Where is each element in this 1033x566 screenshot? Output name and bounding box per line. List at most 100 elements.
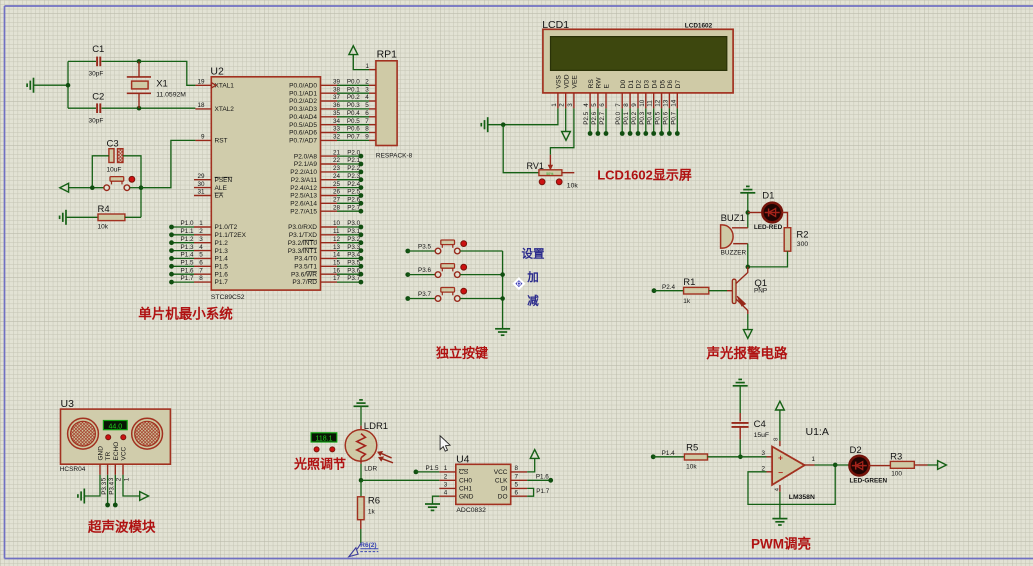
svg-text:12: 12	[333, 236, 341, 243]
svg-text:P0.6/AD6: P0.6/AD6	[289, 130, 317, 137]
svg-text:减: 减	[527, 294, 539, 308]
svg-text:16: 16	[333, 267, 341, 274]
svg-text:RW: RW	[596, 77, 603, 89]
svg-text:P1.7: P1.7	[536, 488, 549, 495]
svg-text:15: 15	[333, 260, 341, 267]
svg-text:X1: X1	[156, 78, 168, 89]
svg-text:P2.3/A11: P2.3/A11	[291, 177, 318, 184]
svg-text:27: 27	[333, 197, 341, 204]
svg-text:RESPACK-8: RESPACK-8	[376, 152, 413, 159]
svg-text:P2.5: P2.5	[347, 189, 360, 196]
svg-text:设置: 设置	[522, 247, 545, 261]
svg-text:P3.5/T1: P3.5/T1	[294, 264, 317, 271]
svg-text:RV1: RV1	[527, 161, 544, 171]
svg-text:P3.5: P3.5	[347, 260, 360, 267]
svg-text:P1.4: P1.4	[181, 252, 194, 259]
svg-text:28: 28	[333, 204, 341, 211]
svg-text:−: −	[778, 468, 783, 478]
svg-text:6: 6	[599, 103, 606, 107]
svg-text:LED-RED: LED-RED	[754, 224, 783, 231]
svg-text:50%: 50%	[546, 172, 554, 176]
svg-text:9: 9	[201, 134, 205, 141]
svg-text:P2.2/A10: P2.2/A10	[290, 169, 317, 176]
svg-text:2: 2	[365, 79, 369, 86]
svg-text:6: 6	[365, 110, 369, 117]
svg-text:D1: D1	[628, 80, 635, 89]
svg-text:P2.6: P2.6	[591, 111, 598, 124]
svg-text:P2.5: P2.5	[583, 111, 590, 124]
svg-text:P3.4: P3.4	[347, 252, 360, 259]
svg-text:P3.3: P3.3	[101, 481, 108, 494]
svg-text:11: 11	[333, 228, 340, 235]
svg-text:44.0: 44.0	[108, 423, 122, 430]
svg-text:24: 24	[333, 173, 341, 180]
svg-text:ECHO: ECHO	[113, 442, 120, 461]
svg-text:CS: CS	[459, 469, 469, 476]
svg-text:R6(2): R6(2)	[360, 542, 376, 549]
svg-text:1k: 1k	[368, 508, 376, 515]
svg-text:P3.6: P3.6	[418, 267, 431, 274]
svg-text:37: 37	[333, 94, 341, 101]
svg-text:7: 7	[515, 474, 519, 481]
svg-text:P0.5/AD5: P0.5/AD5	[289, 122, 317, 129]
svg-text:加: 加	[526, 270, 539, 284]
svg-text:R3: R3	[890, 451, 902, 462]
svg-text:1: 1	[365, 63, 369, 70]
svg-text:P0.0: P0.0	[615, 111, 622, 124]
svg-text:P2.6/A14: P2.6/A14	[290, 201, 317, 208]
svg-text:P3.0/RXD: P3.0/RXD	[288, 224, 317, 231]
svg-text:7: 7	[365, 118, 369, 125]
svg-text:6: 6	[515, 489, 519, 496]
svg-text:14: 14	[333, 252, 341, 259]
svg-text:P2.2: P2.2	[347, 165, 360, 172]
svg-text:P3.3/INT1: P3.3/INT1	[288, 248, 318, 255]
svg-text:TR: TR	[105, 452, 112, 461]
svg-text:1: 1	[812, 456, 816, 463]
svg-text:1: 1	[551, 103, 558, 107]
svg-text:P0.7: P0.7	[670, 111, 677, 124]
svg-text:31: 31	[197, 189, 205, 196]
svg-text:XTAL2: XTAL2	[215, 106, 235, 113]
svg-text:P1.4: P1.4	[662, 450, 675, 457]
svg-text:P2.6: P2.6	[347, 197, 360, 204]
svg-text:P0.2/AD2: P0.2/AD2	[289, 98, 317, 105]
svg-text:PNP: PNP	[754, 288, 767, 295]
svg-text:15uF: 15uF	[754, 432, 770, 439]
svg-text:C2: C2	[92, 92, 104, 103]
svg-text:U4: U4	[456, 453, 470, 465]
svg-text:EA: EA	[215, 193, 224, 200]
svg-text:7: 7	[199, 267, 203, 274]
svg-text:U2: U2	[210, 66, 224, 78]
svg-text:P1.5: P1.5	[215, 264, 229, 271]
svg-text:5: 5	[100, 477, 107, 481]
svg-text:30: 30	[197, 181, 205, 188]
svg-text:VCC: VCC	[121, 446, 128, 460]
svg-text:P0.3: P0.3	[639, 111, 646, 124]
svg-text:DO: DO	[498, 493, 508, 500]
svg-text:36: 36	[333, 102, 341, 109]
svg-text:10: 10	[333, 220, 341, 227]
svg-text:P1.3: P1.3	[215, 248, 229, 255]
svg-text:D7: D7	[675, 80, 682, 89]
svg-text:30pF: 30pF	[89, 117, 104, 124]
svg-text:4: 4	[199, 244, 203, 251]
svg-text:U1:A: U1:A	[806, 426, 829, 438]
svg-text:P2.1: P2.1	[347, 157, 360, 164]
svg-text:ADC0832: ADC0832	[456, 507, 486, 514]
svg-text:8: 8	[774, 438, 780, 441]
svg-text:光照调节: 光照调节	[293, 457, 346, 472]
svg-text:R2: R2	[796, 229, 808, 240]
svg-text:8: 8	[365, 126, 369, 133]
svg-text:CLK: CLK	[495, 478, 508, 485]
svg-text:LDR: LDR	[364, 466, 377, 473]
svg-text:14: 14	[670, 99, 677, 107]
svg-text:HCSR04: HCSR04	[60, 466, 86, 473]
svg-text:VSS: VSS	[556, 75, 563, 89]
svg-text:STC89C52: STC89C52	[211, 294, 245, 301]
svg-text:10k: 10k	[567, 183, 579, 190]
svg-text:P1.1: P1.1	[181, 228, 194, 235]
svg-text:声光报警电路: 声光报警电路	[706, 345, 788, 361]
svg-text:7: 7	[615, 103, 622, 107]
svg-text:P1.6: P1.6	[215, 271, 229, 278]
svg-text:P1.2: P1.2	[181, 236, 194, 243]
